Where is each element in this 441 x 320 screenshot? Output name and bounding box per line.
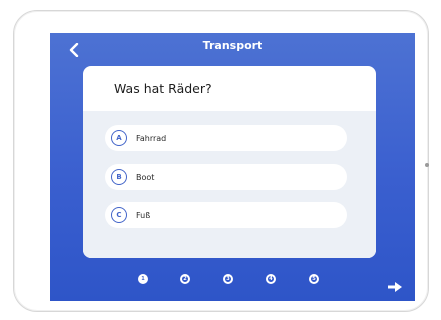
option-label-c: Fuß	[136, 210, 151, 220]
screen-title: Transport	[202, 39, 263, 52]
option-letter-b: B	[111, 169, 127, 185]
page-dot-3[interactable]: 3	[223, 274, 233, 284]
arrow-right-icon[interactable]	[388, 277, 402, 292]
question-text: Was hat Räder?	[114, 81, 212, 96]
option-letter-a: A	[111, 130, 127, 146]
quiz-screen: Transport Was hat Räder? A Fahrrad B Boo…	[50, 33, 415, 301]
answer-option-c[interactable]: C Fuß	[105, 202, 347, 228]
home-button[interactable]	[425, 163, 429, 167]
question-card: Was hat Räder? A Fahrrad B Boot C Fuß	[83, 66, 376, 258]
option-label-b: Boot	[136, 172, 155, 182]
answer-option-b[interactable]: B Boot	[105, 164, 347, 190]
page-dot-1[interactable]: 1	[138, 274, 148, 284]
page-dot-5[interactable]: 5	[309, 274, 319, 284]
answer-panel: A Fahrrad B Boot C Fuß	[83, 111, 376, 258]
page-dot-4[interactable]: 4	[266, 274, 276, 284]
page-dot-2[interactable]: 2	[180, 274, 190, 284]
answer-option-a[interactable]: A Fahrrad	[105, 125, 347, 151]
option-label-a: Fahrrad	[136, 133, 167, 143]
option-letter-c: C	[111, 207, 127, 223]
